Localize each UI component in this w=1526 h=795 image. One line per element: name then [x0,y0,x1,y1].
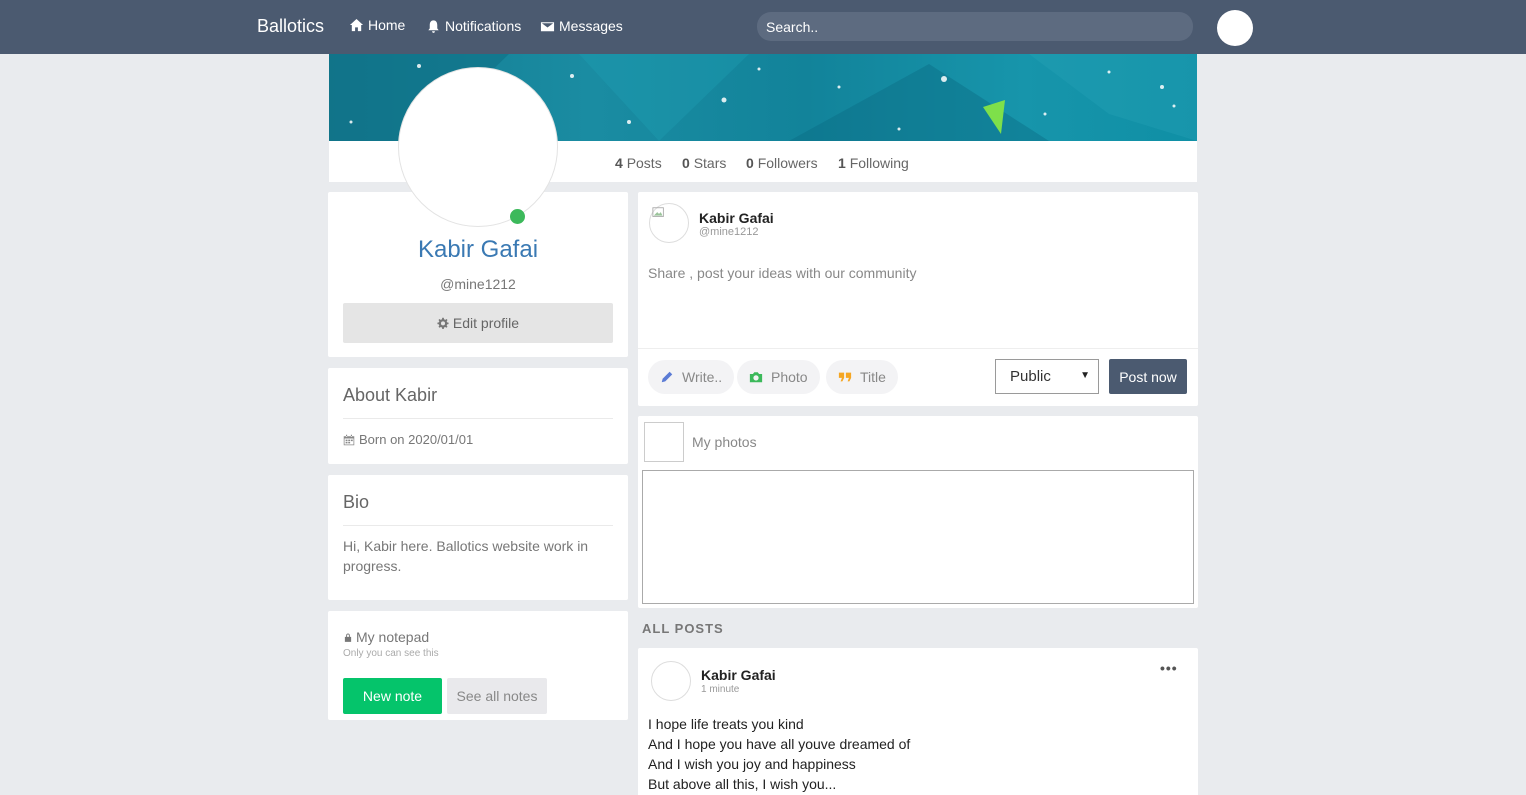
post-card: Kabir Gafai 1 minute ••• I hope life tre… [638,648,1198,795]
post-line: But above all this, I wish you... [648,776,837,792]
home-icon [349,18,364,31]
post-line: And I wish you joy and happiness [648,756,856,772]
bio-text: Hi, Kabir here. Ballotics website work i… [343,538,589,574]
bio-card: Bio Hi, Kabir here. Ballotics website wo… [328,475,628,600]
posts-label: Posts [626,155,662,171]
profile-avatar[interactable] [398,67,558,227]
born-text: Born on 2020/01/01 [359,432,474,447]
write-tool-label: Write.. [682,369,723,385]
visibility-value: Public [1010,368,1051,385]
photos-thumbnail[interactable] [644,422,684,462]
notepad-title-row: My notepad [343,629,429,645]
title-tool-button[interactable]: Title [826,360,898,394]
stat-stars[interactable]: 0 Stars [682,155,726,171]
edit-profile-button[interactable]: Edit profile [343,303,613,343]
title-tool-label: Title [860,369,886,385]
about-card: About Kabir Born on 2020/01/01 [328,368,628,464]
post-now-button[interactable]: Post now [1109,359,1187,394]
stat-posts[interactable]: 4 Posts [615,155,662,171]
notepad-title: My notepad [356,629,430,645]
posts-count: 4 [615,155,623,171]
top-navbar: Ballotics Home Notifications Messages [0,0,1526,54]
search-input[interactable] [757,12,1193,41]
followers-label: Followers [757,155,818,171]
about-divider [343,418,613,419]
post-line: And I hope you have all youve dreamed of [648,736,911,752]
photos-card: My photos [638,416,1198,608]
post-body: I hope life treats you kind And I hope y… [648,714,910,794]
quote-icon [838,372,852,382]
dropdown-arrow-icon: ▼ [1080,370,1090,381]
envelope-icon [540,21,555,31]
nav-notifications-label: Notifications [445,18,522,34]
followers-count: 0 [746,155,754,171]
stat-followers[interactable]: 0 Followers [746,155,818,171]
composer-divider [638,348,1198,349]
write-tool-button[interactable]: Write.. [648,360,735,394]
stars-count: 0 [682,155,690,171]
post-time: 1 minute [701,684,740,695]
more-options-icon[interactable]: ••• [1160,660,1178,676]
post-author-name[interactable]: Kabir Gafai [701,667,776,683]
profile-handle: @mine1212 [440,276,516,292]
stars-label: Stars [693,155,727,171]
photo-tool-button[interactable]: Photo [737,360,820,394]
camera-icon [749,372,763,383]
nav-messages-label: Messages [559,18,623,34]
pencil-icon [661,371,673,383]
calendar-icon [343,434,355,446]
gear-icon [437,317,449,329]
online-status-dot [510,209,525,224]
bell-icon [428,19,439,33]
following-count: 1 [838,155,846,171]
nav-home-label: Home [368,17,406,33]
following-label: Following [849,155,909,171]
nav-messages-link[interactable]: Messages [540,18,623,34]
photos-gallery-area [642,470,1194,604]
bio-divider [343,525,613,526]
composer-avatar [649,203,689,243]
broken-image-icon [652,207,664,217]
post-author-avatar[interactable] [651,661,691,701]
bio-title: Bio [343,492,370,512]
about-title: About Kabir [343,385,438,405]
stat-following[interactable]: 1 Following [838,155,909,171]
photos-title: My photos [692,434,757,450]
edit-profile-label: Edit profile [452,315,520,331]
composer-author-name: Kabir Gafai [699,210,774,226]
composer-author-handle: @mine1212 [699,226,759,238]
notepad-subtitle: Only you can see this [343,648,439,659]
profile-name: Kabir Gafai [417,236,539,263]
post-line: I hope life treats you kind [648,716,804,732]
brand-logo[interactable]: Ballotics [257,16,324,37]
nav-home-link[interactable]: Home [349,17,405,33]
nav-user-avatar[interactable] [1217,10,1253,46]
lock-icon [344,632,352,642]
all-posts-heading: ALL POSTS [642,621,724,636]
composer-textarea[interactable]: Share , post your ideas with our communi… [648,265,916,281]
new-note-button[interactable]: New note [343,678,442,714]
nav-notifications-link[interactable]: Notifications [426,18,521,34]
visibility-select[interactable]: Public ▼ [995,359,1099,394]
photo-tool-label: Photo [771,369,808,385]
see-all-notes-button[interactable]: See all notes [447,678,547,714]
born-row: Born on 2020/01/01 [343,430,613,450]
